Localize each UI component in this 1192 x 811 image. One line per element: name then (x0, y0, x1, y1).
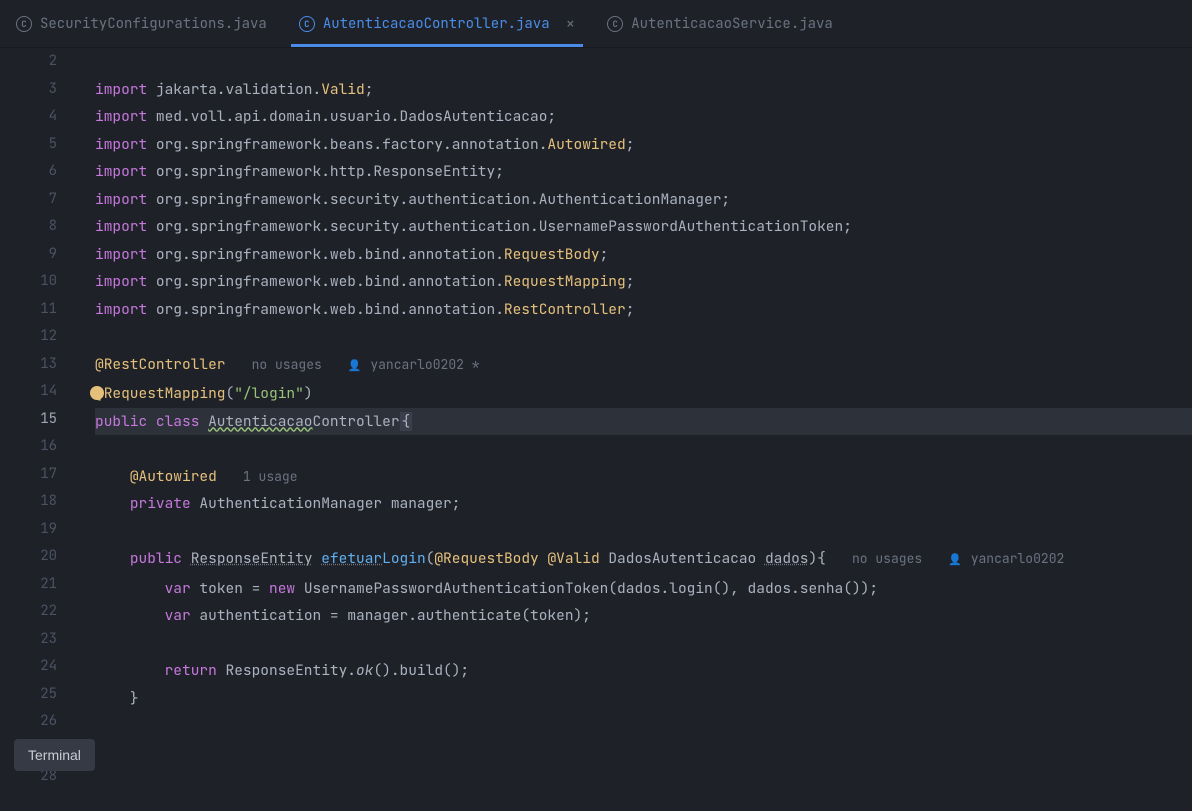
author-hint[interactable]: yancarlo0202 (971, 550, 1065, 567)
author-icon: 👤 (348, 353, 362, 381)
line-number: 9 (0, 241, 57, 269)
code-line (95, 767, 1192, 795)
line-number: 23 (0, 626, 57, 654)
java-class-icon: C (299, 16, 315, 32)
line-number: 2 (0, 48, 57, 76)
code-editor[interactable]: 2 3 4 5 6 7 8 9 10 11 12 13 14 15 16 17 … (0, 48, 1192, 811)
code-line: private AuthenticationManager manager; (95, 490, 1192, 518)
code-line: import org.springframework.web.bind.anno… (95, 241, 1192, 269)
code-line: import org.springframework.web.bind.anno… (95, 296, 1192, 324)
line-number: 13 (0, 351, 57, 379)
line-number: 21 (0, 571, 57, 599)
code-line: @Autowired 1 usage (95, 463, 1192, 491)
code-line (95, 630, 1192, 658)
code-line: import org.springframework.beans.factory… (95, 131, 1192, 159)
line-number: 17 (0, 461, 57, 489)
usage-hint[interactable]: no usages (852, 550, 922, 567)
usage-hint[interactable]: 1 usage (243, 468, 298, 485)
code-line: } (95, 685, 1192, 713)
author-icon: 👤 (948, 547, 962, 575)
tab-security-config[interactable]: C SecurityConfigurations.java (0, 0, 283, 47)
line-number: 18 (0, 488, 57, 516)
code-line (95, 518, 1192, 546)
line-number: 14 (0, 378, 57, 406)
code-line (95, 740, 1192, 768)
line-number: 3 (0, 76, 57, 104)
code-line (95, 712, 1192, 740)
code-line: return ResponseEntity.ok().build(); (95, 657, 1192, 685)
line-number: 5 (0, 131, 57, 159)
line-number: 25 (0, 681, 57, 709)
line-number: 26 (0, 708, 57, 736)
line-number: 15 (0, 406, 57, 434)
editor-tabs: C SecurityConfigurations.java C Autentic… (0, 0, 1192, 48)
line-number: 19 (0, 516, 57, 544)
code-line: @RestController no usages 👤 yancarlo0202… (95, 351, 1192, 381)
line-number: 8 (0, 213, 57, 241)
tab-autenticacao-controller[interactable]: C AutenticacaoController.java × (283, 0, 591, 47)
line-number: 20@ (0, 543, 57, 571)
code-line: import org.springframework.security.auth… (95, 186, 1192, 214)
line-number: 10 (0, 268, 57, 296)
line-gutter: 2 3 4 5 6 7 8 9 10 11 12 13 14 15 16 17 … (0, 48, 75, 811)
code-area[interactable]: import jakarta.validation.Valid; import … (75, 48, 1192, 811)
author-hint[interactable]: yancarlo0202 * (370, 356, 479, 373)
intention-bulb-icon[interactable] (90, 386, 104, 400)
tab-label: AutenticacaoService.java (631, 15, 833, 33)
code-line: import jakarta.validation.Valid; (95, 76, 1192, 104)
code-line: import med.voll.api.domain.usuario.Dados… (95, 103, 1192, 131)
code-line (95, 48, 1192, 76)
tab-label: SecurityConfigurations.java (40, 15, 267, 33)
tab-autenticacao-service[interactable]: C AutenticacaoService.java (591, 0, 849, 47)
line-number: 11 (0, 296, 57, 324)
line-number: 22 (0, 598, 57, 626)
code-line: @RequestMapping("/login") (95, 380, 1192, 408)
code-line: var token = new UsernamePasswordAuthenti… (95, 575, 1192, 603)
code-line: import org.springframework.security.auth… (95, 213, 1192, 241)
code-line (95, 435, 1192, 463)
java-class-icon: C (16, 16, 32, 32)
tab-label: AutenticacaoController.java (323, 15, 550, 33)
code-line: import org.springframework.http.Response… (95, 158, 1192, 186)
code-line: import org.springframework.web.bind.anno… (95, 268, 1192, 296)
line-number: 24 (0, 653, 57, 681)
code-line (95, 323, 1192, 351)
close-icon[interactable]: × (566, 16, 576, 32)
line-number: 7 (0, 186, 57, 214)
line-number: 16 (0, 433, 57, 461)
java-class-icon: C (607, 16, 623, 32)
usage-hint[interactable]: no usages (252, 356, 322, 373)
code-line: var authentication = manager.authenticat… (95, 602, 1192, 630)
line-number: 12 (0, 323, 57, 351)
line-number: 4 (0, 103, 57, 131)
line-number: 6 (0, 158, 57, 186)
terminal-tooltip: Terminal (14, 739, 95, 771)
code-line: public class AutenticacaoController{ (95, 408, 1192, 436)
code-line: public ResponseEntity efetuarLogin(@Requ… (95, 545, 1192, 575)
